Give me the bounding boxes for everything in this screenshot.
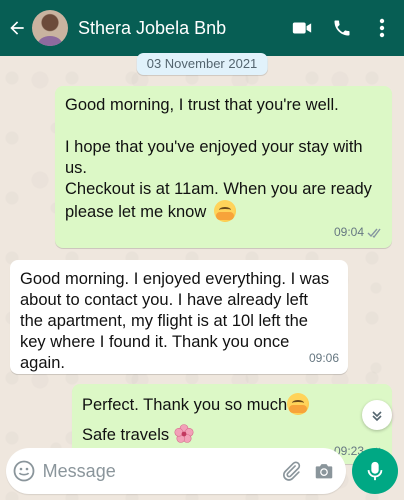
date-chip: 03 November 2021: [136, 53, 268, 75]
voice-call-icon[interactable]: [322, 0, 362, 56]
outgoing-message[interactable]: Good morning, I trust that you're well. …: [55, 86, 392, 248]
message-paragraph: I hope that you've enjoyed your stay wit…: [65, 138, 368, 177]
camera-icon[interactable]: [307, 448, 340, 494]
message-input[interactable]: [42, 460, 275, 482]
cherry-blossom-emoji: [174, 424, 194, 443]
incoming-message[interactable]: Good morning. I enjoyed everything. I wa…: [10, 260, 348, 374]
message-line: Perfect. Thank you so much: [82, 396, 288, 414]
message-composer: [6, 448, 346, 494]
more-options-icon[interactable]: [362, 0, 402, 56]
microphone-icon: [367, 461, 383, 481]
video-call-icon[interactable]: [282, 0, 322, 56]
hugging-face-emoji: [213, 200, 236, 222]
attach-icon[interactable]: [275, 448, 308, 494]
message-line: Safe travels: [82, 426, 170, 444]
hugging-face-emoji: [287, 393, 310, 415]
message-meta: 09:06: [309, 348, 339, 369]
message-time: 09:04: [333, 225, 364, 239]
microphone-button[interactable]: [352, 448, 398, 494]
message-text: Good morning. I enjoyed everything. I wa…: [20, 270, 334, 372]
message-time: 09:06: [308, 351, 339, 365]
contact-name[interactable]: Sthera Jobela Bnb: [78, 18, 282, 39]
read-receipt-icon: [367, 228, 381, 238]
message-meta: 09:04: [334, 222, 383, 243]
back-arrow-icon[interactable]: [4, 0, 30, 56]
chat-header: Sthera Jobela Bnb: [0, 0, 404, 56]
scroll-to-bottom-button[interactable]: [362, 400, 392, 430]
avatar[interactable]: [32, 10, 68, 46]
emoji-icon[interactable]: [8, 448, 41, 494]
message-paragraph: Good morning, I trust that you're well.: [65, 96, 339, 114]
chevron-down-icon: [372, 411, 382, 422]
